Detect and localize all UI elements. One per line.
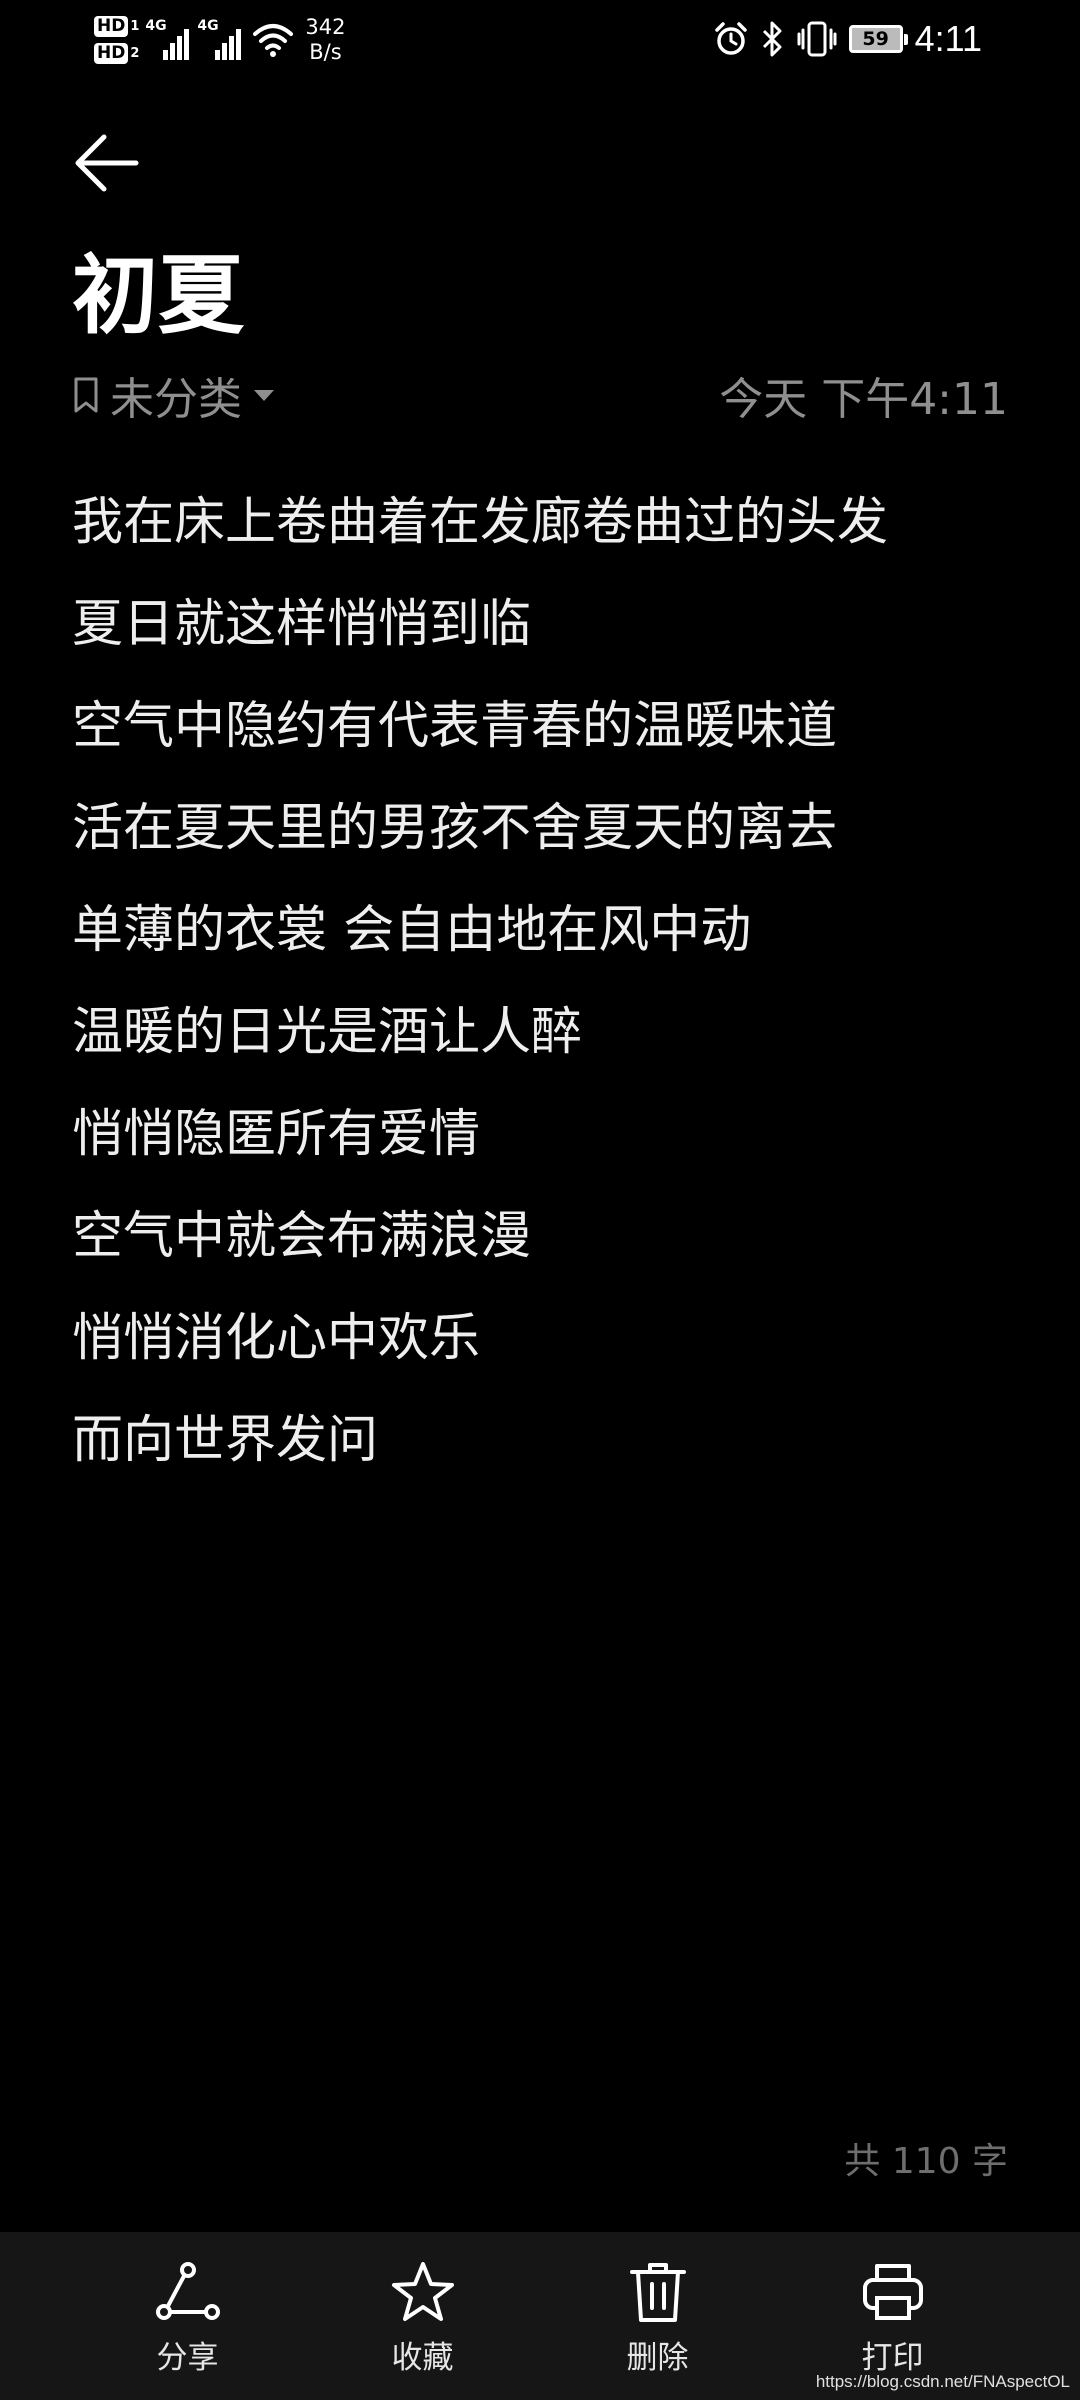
hd-indicators: HD 1 HD 2	[94, 16, 139, 64]
star-icon	[391, 2262, 454, 2321]
delete-button[interactable]: 删除	[578, 2232, 738, 2400]
alarm-icon	[714, 22, 747, 55]
printer-icon	[862, 2264, 923, 2320]
status-right: 59 4:11	[713, 14, 982, 64]
note-line: 而向世界发问	[72, 1411, 379, 1470]
note-line: 我在床上卷曲着在发廊卷曲过的头发	[72, 493, 889, 552]
hd-sub-1: 1	[130, 19, 140, 34]
battery-icon: 59	[848, 25, 908, 53]
hd1-indicator: HD 1	[94, 16, 139, 37]
note-line: 单薄的衣裳 会自由地在风中动	[72, 901, 752, 960]
wifi-icon	[253, 24, 294, 57]
print-label: 打印	[861, 2340, 924, 2376]
note-line: 温暖的日光是酒让人醉	[72, 1003, 583, 1062]
note-body[interactable]: 我在床上卷曲着在发廊卷曲过的头发 夏日就这样悄悄到临 空气中隐约有代表青春的温暖…	[72, 472, 1008, 1492]
network-speed-value: 342	[305, 15, 346, 39]
status-time: 4:11	[914, 18, 982, 59]
note-datetime: 今天 下午4:11	[719, 374, 1008, 425]
category-label: 未分类	[110, 374, 242, 425]
note-line: 悄悄隐匿所有爱情	[72, 1105, 481, 1164]
note-line: 悄悄消化心中欢乐	[72, 1309, 481, 1368]
share-button[interactable]: 分享	[108, 2232, 268, 2400]
trash-icon	[629, 2263, 686, 2322]
bluetooth-icon	[762, 21, 782, 57]
hd-badge-1: HD	[94, 16, 129, 37]
favorite-label: 收藏	[391, 2340, 454, 2376]
back-button[interactable]	[62, 118, 152, 208]
share-label: 分享	[156, 2340, 219, 2376]
word-count: 共 110 字	[844, 2141, 1008, 2182]
favorite-button[interactable]: 收藏	[343, 2232, 503, 2400]
vibrate-icon	[797, 21, 837, 57]
note-meta: 未分类 今天 下午4:11	[72, 360, 1008, 430]
category-selector[interactable]: 未分类	[72, 363, 276, 427]
note-line: 空气中隐约有代表青春的温暖味道	[72, 697, 838, 756]
hd-badge-2: HD	[94, 43, 129, 64]
sim1-network-label: 4G	[145, 18, 167, 34]
note-line: 活在夏天里的男孩不舍夏天的离去	[72, 799, 838, 858]
note-title[interactable]: 初夏	[72, 246, 244, 346]
sim1-signal-icon: 4G	[145, 18, 191, 60]
hd2-indicator: HD 2	[94, 43, 139, 64]
chevron-down-icon	[254, 390, 274, 401]
network-speed-unit: B/s	[309, 40, 342, 64]
status-left: HD 1 HD 2 4G 4G 342 B/s	[94, 8, 345, 72]
hd-sub-2: 2	[130, 46, 140, 61]
delete-label: 删除	[626, 2340, 689, 2376]
sim2-signal-icon: 4G	[197, 18, 243, 60]
note-line: 夏日就这样悄悄到临	[72, 595, 532, 654]
note-line: 空气中就会布满浪漫	[72, 1207, 532, 1266]
sim2-network-label: 4G	[197, 18, 219, 34]
status-bar: HD 1 HD 2 4G 4G 342 B/s 59 4:11	[0, 0, 1080, 80]
bookmark-icon	[74, 377, 98, 413]
back-arrow-icon	[75, 134, 139, 192]
watermark: https://blog.csdn.net/FNAspectOL	[815, 2372, 1070, 2391]
battery-level: 59	[862, 28, 889, 50]
share-icon	[155, 2262, 220, 2320]
network-speed: 342 B/s	[305, 15, 345, 65]
